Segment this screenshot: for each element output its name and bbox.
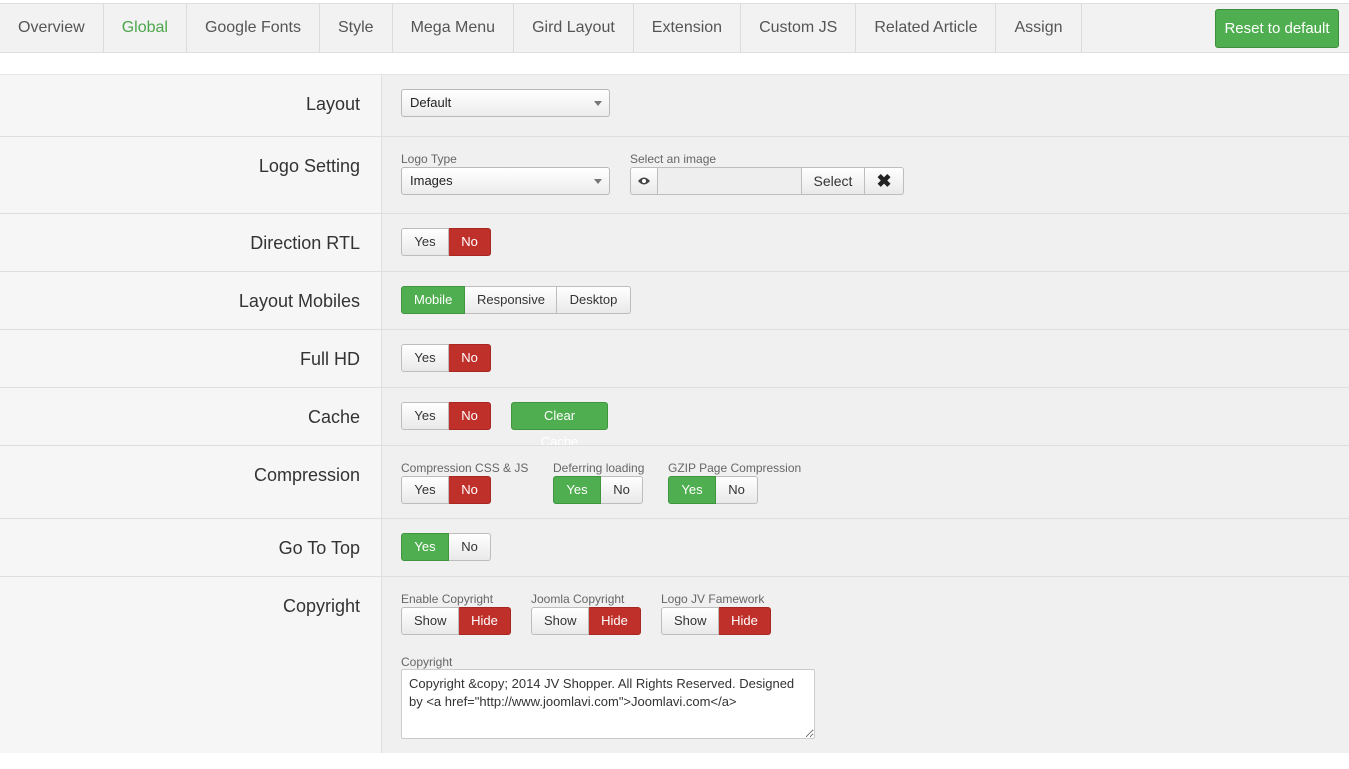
layout-mobiles-toggle: Mobile Responsive Desktop bbox=[401, 286, 631, 314]
row-go-to-top: Go To Top Yes No bbox=[0, 518, 1349, 576]
row-full-hd: Full HD Yes No bbox=[0, 329, 1349, 387]
copyright-textarea[interactable]: Copyright &copy; 2014 JV Shopper. All Ri… bbox=[401, 669, 815, 739]
tab-custom-js[interactable]: Custom JS bbox=[741, 4, 857, 52]
row-control: Yes No bbox=[381, 330, 1349, 387]
row-label: Go To Top bbox=[0, 519, 381, 576]
full-hd-no-button[interactable]: No bbox=[449, 344, 491, 372]
go-to-top-no-button[interactable]: No bbox=[449, 533, 491, 561]
enable-copyright-show-button[interactable]: Show bbox=[401, 607, 459, 635]
cache-yes-button[interactable]: Yes bbox=[401, 402, 449, 430]
gzip-compression-label: GZIP Page Compression bbox=[668, 461, 802, 475]
logo-type-label: Logo Type bbox=[401, 152, 457, 166]
clear-cache-button[interactable]: Clear Cache bbox=[511, 402, 608, 449]
row-logo-setting: Logo Setting Logo Type Images Select an … bbox=[0, 136, 1349, 213]
logo-jv-hide-button[interactable]: Hide bbox=[719, 607, 771, 635]
rtl-yes-button[interactable]: Yes bbox=[401, 228, 449, 256]
gzip-compression-toggle: Yes No bbox=[668, 476, 758, 504]
chevron-down-icon bbox=[594, 101, 602, 106]
clear-image-button[interactable]: ✖ bbox=[865, 167, 904, 195]
tab-extension[interactable]: Extension bbox=[634, 4, 742, 52]
enable-copyright-hide-button[interactable]: Hide bbox=[459, 607, 511, 635]
cache-no-button[interactable]: No bbox=[449, 402, 491, 430]
desktop-button[interactable]: Desktop bbox=[557, 286, 631, 314]
enable-copyright-toggle: Show Hide bbox=[401, 607, 511, 635]
row-label: Compression bbox=[0, 446, 381, 518]
tab-overview[interactable]: Overview bbox=[0, 4, 104, 52]
row-cache: Cache Yes No Clear Cache bbox=[0, 387, 1349, 449]
rtl-no-button[interactable]: No bbox=[449, 228, 491, 256]
row-control: Enable Copyright Show Hide Joomla Copyri… bbox=[381, 577, 1349, 753]
select-image-button[interactable]: Select bbox=[802, 167, 865, 195]
row-copyright: Copyright Enable Copyright Show Hide Joo… bbox=[0, 576, 1349, 753]
reset-to-default-button[interactable]: Reset to default bbox=[1215, 9, 1339, 48]
row-direction-rtl: Direction RTL Yes No bbox=[0, 213, 1349, 271]
chevron-down-icon bbox=[594, 179, 602, 184]
row-label: Full HD bbox=[0, 330, 381, 387]
tab-gird-layout[interactable]: Gird Layout bbox=[514, 4, 634, 52]
select-image-label: Select an image bbox=[630, 152, 717, 166]
compression-css-js-label: Compression CSS & JS bbox=[401, 461, 529, 475]
row-control: Yes No bbox=[381, 214, 1349, 271]
global-settings-form: Layout Default Logo Setting Logo Type Im… bbox=[0, 74, 1349, 753]
compression-css-js-toggle: Yes No bbox=[401, 476, 491, 504]
tab-google-fonts[interactable]: Google Fonts bbox=[187, 4, 320, 52]
copyright-text-label: Copyright bbox=[401, 655, 453, 669]
compression-css-yes-button[interactable]: Yes bbox=[401, 476, 449, 504]
row-control: Yes No Clear Cache bbox=[381, 388, 1349, 449]
defer-no-button[interactable]: No bbox=[601, 476, 643, 504]
logo-type-select[interactable]: Images bbox=[401, 167, 610, 195]
cache-toggle: Yes No bbox=[401, 402, 491, 430]
layout-select-value: Default bbox=[410, 95, 452, 110]
full-hd-toggle: Yes No bbox=[401, 344, 491, 372]
defer-yes-button[interactable]: Yes bbox=[553, 476, 601, 504]
row-control: Mobile Responsive Desktop bbox=[381, 272, 1349, 329]
row-label: Cache bbox=[0, 388, 381, 445]
row-control: Logo Type Images Select an image Select … bbox=[381, 137, 1349, 213]
logo-jv-famework-label: Logo JV Famework bbox=[661, 592, 765, 606]
tab-mega-menu[interactable]: Mega Menu bbox=[393, 4, 515, 52]
full-hd-yes-button[interactable]: Yes bbox=[401, 344, 449, 372]
tab-assign[interactable]: Assign bbox=[996, 4, 1082, 52]
tab-global[interactable]: Global bbox=[103, 4, 187, 52]
deferring-loading-label: Deferring loading bbox=[553, 461, 645, 475]
eye-icon[interactable] bbox=[630, 167, 658, 195]
rtl-toggle: Yes No bbox=[401, 228, 491, 256]
image-path-field[interactable] bbox=[658, 167, 802, 195]
row-label: Layout Mobiles bbox=[0, 272, 381, 329]
gzip-yes-button[interactable]: Yes bbox=[668, 476, 716, 504]
gzip-no-button[interactable]: No bbox=[716, 476, 758, 504]
row-control: Default bbox=[381, 75, 1349, 136]
responsive-button[interactable]: Responsive bbox=[465, 286, 557, 314]
image-picker: Select ✖ bbox=[630, 167, 904, 195]
clear-cache-group: Clear Cache bbox=[511, 402, 608, 449]
row-label: Copyright bbox=[0, 577, 381, 753]
go-to-top-yes-button[interactable]: Yes bbox=[401, 533, 449, 561]
compression-css-no-button[interactable]: No bbox=[449, 476, 491, 504]
tab-related-article[interactable]: Related Article bbox=[856, 4, 997, 52]
row-label: Direction RTL bbox=[0, 214, 381, 271]
logo-jv-show-button[interactable]: Show bbox=[661, 607, 719, 635]
mobile-button[interactable]: Mobile bbox=[401, 286, 465, 314]
logo-jv-famework-toggle: Show Hide bbox=[661, 607, 771, 635]
joomla-copyright-hide-button[interactable]: Hide bbox=[589, 607, 641, 635]
joomla-copyright-toggle: Show Hide bbox=[531, 607, 641, 635]
row-layout-mobiles: Layout Mobiles Mobile Responsive Desktop bbox=[0, 271, 1349, 329]
row-layout: Layout Default bbox=[0, 74, 1349, 136]
joomla-copyright-show-button[interactable]: Show bbox=[531, 607, 589, 635]
row-control: Compression CSS & JS Yes No Deferring lo… bbox=[381, 446, 1349, 518]
enable-copyright-label: Enable Copyright bbox=[401, 592, 494, 606]
layout-select[interactable]: Default bbox=[401, 89, 610, 117]
joomla-copyright-label: Joomla Copyright bbox=[531, 592, 625, 606]
row-label: Logo Setting bbox=[0, 137, 381, 213]
logo-type-value: Images bbox=[410, 173, 453, 188]
row-label: Layout bbox=[0, 75, 381, 136]
go-to-top-toggle: Yes No bbox=[401, 533, 491, 561]
deferring-loading-toggle: Yes No bbox=[553, 476, 643, 504]
row-control: Yes No bbox=[381, 519, 1349, 576]
tabs: Overview Global Google Fonts Style Mega … bbox=[0, 4, 1082, 52]
tab-bar: Overview Global Google Fonts Style Mega … bbox=[0, 3, 1349, 53]
tab-style[interactable]: Style bbox=[320, 4, 393, 52]
row-compression: Compression Compression CSS & JS Yes No … bbox=[0, 445, 1349, 518]
